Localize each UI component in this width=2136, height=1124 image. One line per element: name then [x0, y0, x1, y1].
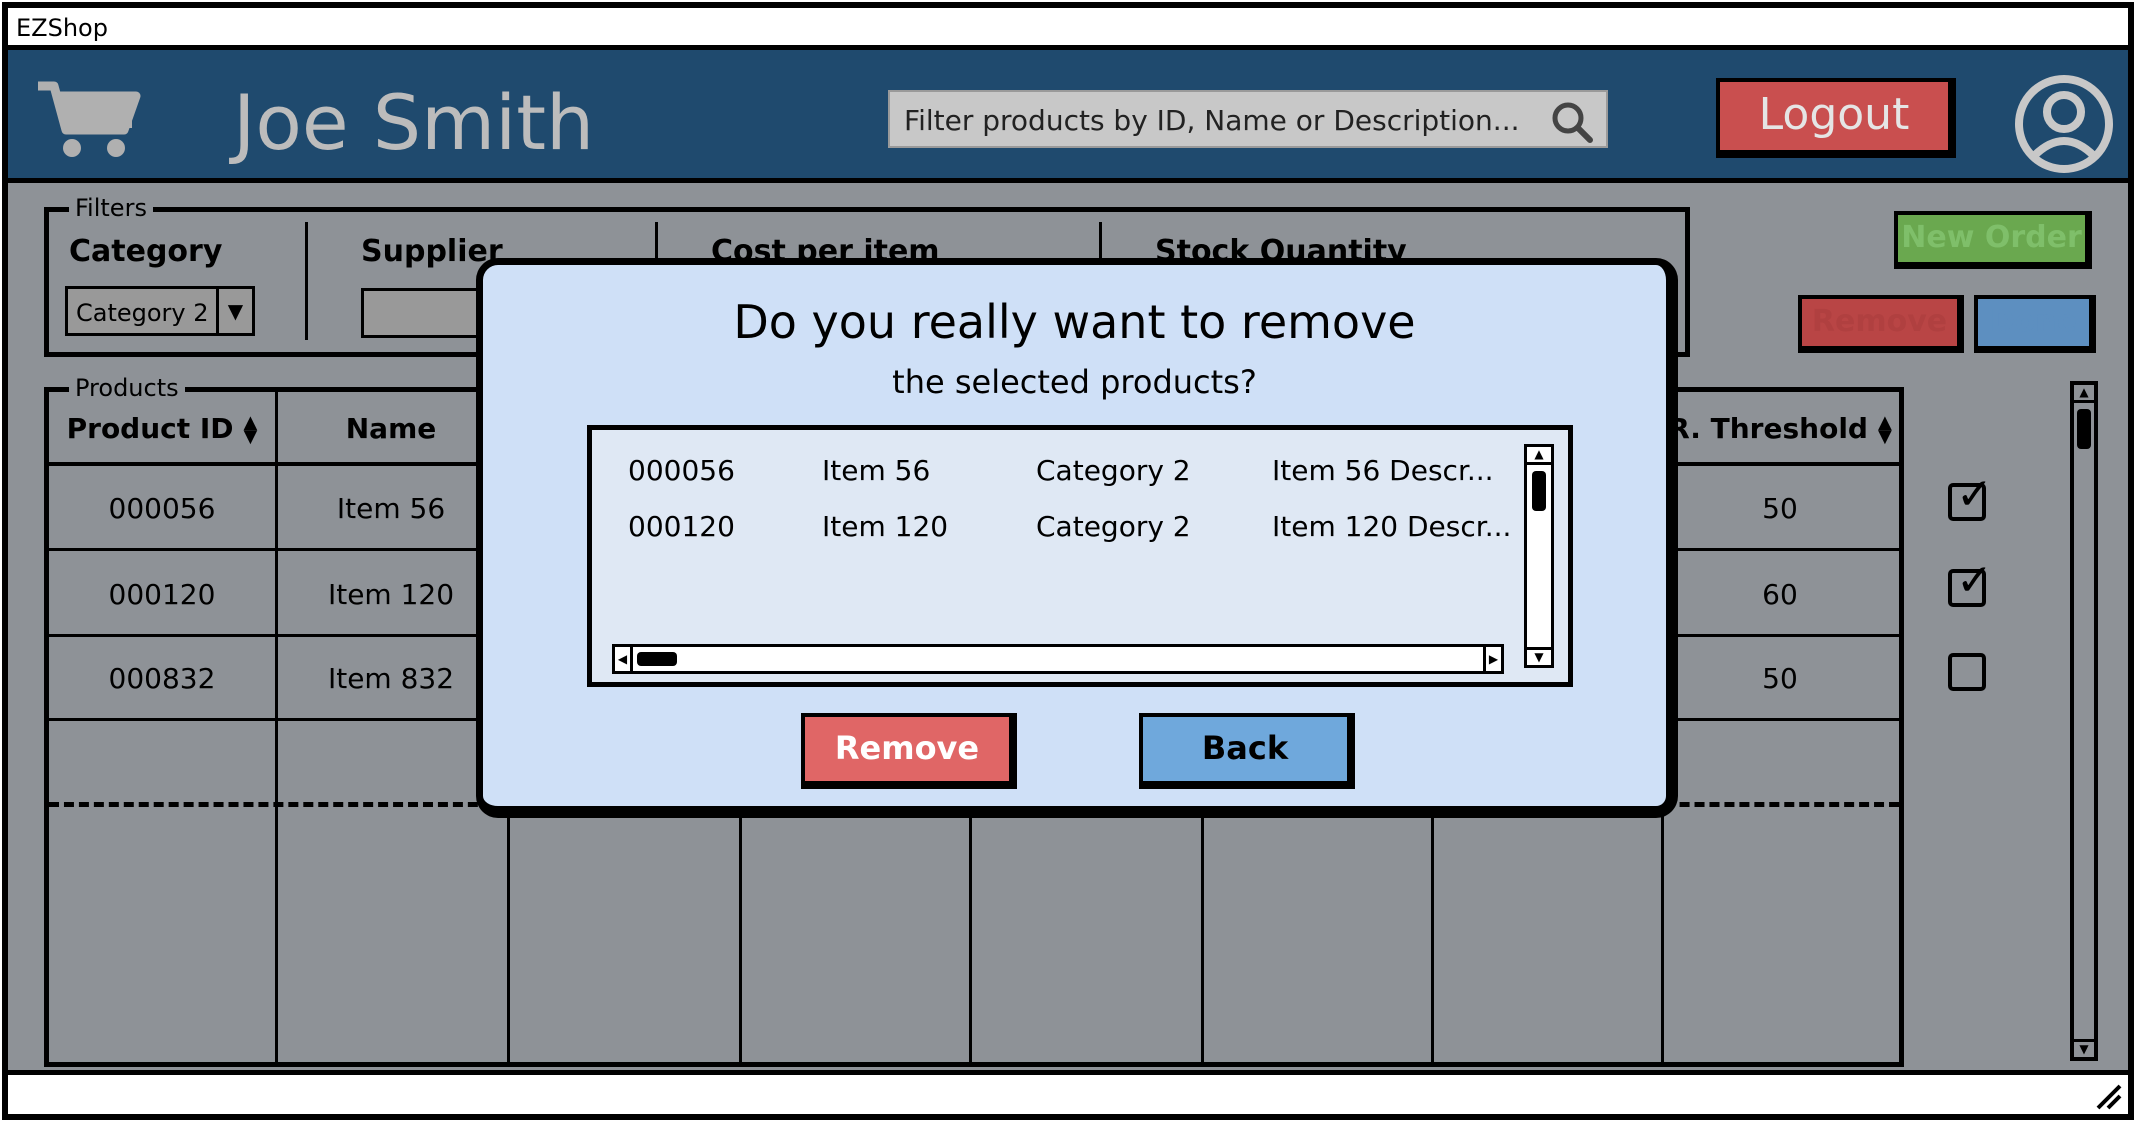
scroll-thumb[interactable]	[1532, 471, 1546, 511]
search-placeholder: Filter products by ID, Name or Descripti…	[904, 104, 1520, 137]
scroll-right-icon[interactable]: ▶	[1483, 647, 1501, 671]
dialog-title: Do you really want to remove	[733, 295, 1416, 349]
resize-grip-icon[interactable]	[2092, 1080, 2122, 1110]
dialog-back-button[interactable]: Back	[1139, 713, 1355, 789]
list-item-category: Category 2	[1036, 454, 1191, 487]
list-item-description: Item 120 Descr...	[1272, 510, 1512, 543]
list-item-id: 000120	[628, 510, 735, 543]
list-item[interactable]: 000056 Item 56 Category 2 Item 56 Descr.…	[592, 454, 1494, 494]
dialog-subtitle: the selected products?	[892, 363, 1257, 401]
list-horizontal-scrollbar[interactable]: ◀ ▶	[612, 644, 1504, 674]
list-item[interactable]: 000120 Item 120 Category 2 Item 120 Desc…	[592, 510, 1511, 550]
selected-products-list[interactable]: 000056 Item 56 Category 2 Item 56 Descr.…	[587, 425, 1573, 687]
scroll-down-icon[interactable]: ▼	[1527, 647, 1551, 665]
list-item-name: Item 120	[822, 510, 949, 543]
window-titlebar: EZShop	[8, 8, 2128, 50]
remove-confirm-dialog: Do you really want to remove the selecte…	[476, 258, 1678, 818]
list-item-id: 000056	[628, 454, 735, 487]
search-input[interactable]: Filter products by ID, Name or Descripti…	[888, 90, 1608, 148]
list-item-name: Item 56	[822, 454, 931, 487]
logout-button[interactable]: Logout	[1716, 78, 1956, 158]
search-icon[interactable]	[1550, 100, 1594, 144]
avatar-icon[interactable]	[2014, 74, 2114, 174]
dialog-remove-button[interactable]: Remove	[801, 713, 1017, 789]
scroll-thumb[interactable]	[637, 652, 677, 666]
list-item-category: Category 2	[1036, 510, 1191, 543]
window-title: EZShop	[16, 14, 108, 42]
status-bar	[8, 1070, 2128, 1114]
app-window: EZShop Joe Smith Filter products by ID, …	[2, 2, 2134, 1120]
cart-icon[interactable]	[36, 78, 141, 160]
app-header: Joe Smith Filter products by ID, Name or…	[8, 50, 2128, 183]
list-item-description: Item 56 Descr...	[1272, 454, 1494, 487]
user-name: Joe Smith	[233, 78, 595, 167]
scroll-up-icon[interactable]: ▲	[1527, 447, 1551, 465]
scroll-left-icon[interactable]: ◀	[615, 647, 633, 671]
list-vertical-scrollbar[interactable]: ▲ ▼	[1524, 444, 1554, 668]
